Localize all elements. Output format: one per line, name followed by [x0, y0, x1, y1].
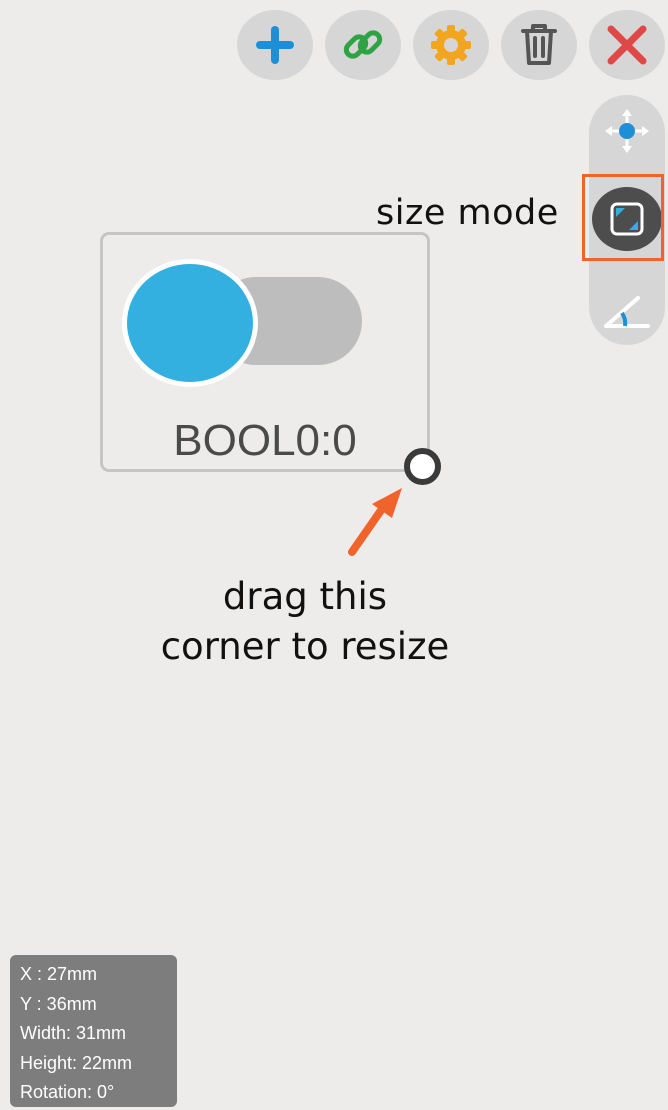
move-mode-button[interactable]: [600, 107, 654, 155]
info-width: Width: 31mm: [20, 1023, 127, 1043]
size-mode-highlight: [582, 174, 664, 261]
link-button[interactable]: [325, 10, 401, 80]
settings-button[interactable]: [413, 10, 489, 80]
info-panel: X : 27mm Y : 36mm Width: 31mm Height: 22…: [10, 955, 177, 1107]
link-icon: [343, 30, 383, 59]
rotate-mode-button[interactable]: [600, 290, 654, 334]
gear-icon: [431, 25, 471, 65]
resize-hint-line2: corner to resize: [160, 625, 450, 668]
trash-icon: [521, 24, 557, 65]
info-height: Height: 22mm: [20, 1052, 133, 1073]
add-button[interactable]: [237, 10, 313, 80]
widget-label: BOOL0:0: [173, 416, 357, 465]
move-icon: [605, 109, 649, 153]
delete-button[interactable]: [501, 10, 577, 80]
info-rotation: Rotation: 0°: [20, 1082, 115, 1102]
angle-icon: [604, 296, 650, 328]
toggle-knob[interactable]: [122, 259, 258, 387]
resize-hint: drag this corner to resize: [140, 572, 470, 672]
close-button[interactable]: [589, 10, 665, 80]
info-x: X : 27mm: [20, 964, 98, 984]
close-icon: [607, 25, 647, 65]
hint-arrow-icon: [348, 488, 402, 556]
plus-icon: [256, 26, 294, 64]
info-y: Y : 36mm: [20, 993, 97, 1014]
size-mode-label: size mode: [376, 193, 559, 233]
resize-hint-line1: drag this: [222, 575, 388, 618]
